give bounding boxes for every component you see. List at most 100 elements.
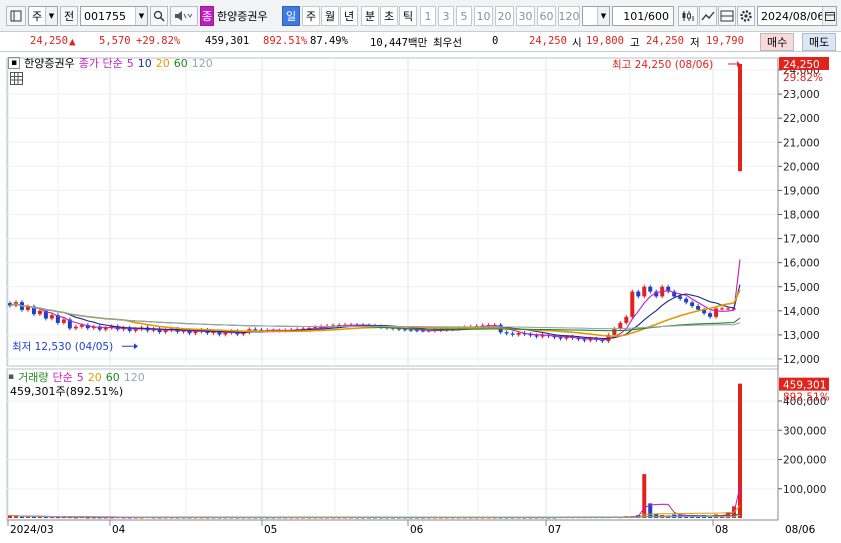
bar-count-input[interactable]: 101/600 — [612, 6, 674, 26]
open-label: 시 — [572, 37, 582, 49]
tab-period-year[interactable]: 년 — [340, 6, 358, 26]
volume-value-label: 459,301주(892.51%) — [10, 385, 124, 398]
buy-button[interactable]: 매수 — [760, 33, 795, 51]
ma-5-label: 5 — [126, 56, 134, 70]
volume-pct-label: 892.51% — [783, 392, 830, 404]
chart-area[interactable]: 2024/03 04 05 06 07 08 08/06 12,000 13,000 14,000… — [0, 53, 841, 543]
tab-label: 분 — [364, 10, 376, 23]
candle-body — [49, 315, 54, 319]
scope-label: 전 — [63, 10, 75, 23]
open-price: 19,800 — [586, 35, 624, 47]
ma-10-label: 10 — [137, 56, 152, 70]
sell-button[interactable]: 매도 — [802, 33, 837, 51]
unit-30[interactable]: 30 — [516, 6, 535, 26]
x-tick-label: 2024/03 — [10, 524, 54, 536]
x-tick-label: 05 — [264, 524, 277, 536]
candle-body — [73, 326, 78, 329]
candle-body — [582, 339, 587, 341]
price-panel-title: 한양증권우 — [24, 57, 75, 70]
tab-label: 초 — [383, 10, 395, 23]
unit-custom-select[interactable]: ▼ — [582, 6, 610, 26]
candle-body — [690, 302, 695, 307]
y-tick-label: 18,000 — [783, 210, 820, 222]
market-select[interactable]: 주 ▼ — [28, 6, 58, 26]
ma-60-label: 60 — [173, 56, 188, 70]
unit-1[interactable]: 1 — [420, 6, 436, 26]
candle-body — [133, 329, 138, 331]
buy-label: 매수 — [767, 36, 788, 49]
candle-body — [534, 335, 539, 337]
candle-body — [708, 313, 713, 317]
unit-5[interactable]: 5 — [456, 6, 472, 26]
candle-body — [516, 332, 521, 335]
badge-label: 종 — [201, 10, 213, 23]
stock-code-input[interactable]: 001755 ▼ — [80, 6, 148, 26]
chevron-down-icon: ▼ — [597, 7, 609, 25]
legend-marker: ▪ — [8, 57, 21, 69]
legend-marker: ▪ — [8, 372, 15, 382]
unit-label: 60 — [539, 9, 554, 23]
ma-20-label: 20 — [155, 56, 170, 70]
vma-120-label: 120 — [123, 370, 145, 384]
speaker-icon[interactable] — [170, 6, 198, 26]
change-percent: +29.82% — [136, 35, 181, 47]
candle-body — [558, 337, 563, 339]
grid-table-icon[interactable] — [10, 72, 23, 85]
count-total: /600 — [644, 9, 669, 23]
date-input[interactable]: 2024/08/06 — [757, 6, 837, 26]
tab-period-week[interactable]: 주 — [302, 6, 320, 26]
candle-body — [61, 319, 66, 323]
x-tick-label: 07 — [548, 524, 561, 536]
gear-icon[interactable] — [737, 6, 755, 26]
candle-icon[interactable] — [678, 6, 698, 26]
stock-name: 한양증권우 — [215, 6, 281, 26]
tab-period-minute[interactable]: 분 — [361, 6, 379, 26]
ma-120-label: 120 — [191, 56, 213, 70]
unit-3[interactable]: 3 — [438, 6, 454, 26]
candle-body — [624, 316, 629, 323]
price-panel-legend: ▪ 한양증권우 종가 단순 5 10 20 60 120 — [8, 55, 213, 71]
price-change: 5,570 — [99, 35, 131, 47]
chart-canvas[interactable]: 2024/03 04 05 06 07 08 08/06 12,000 13,000 14,000… — [0, 53, 841, 543]
chevron-down-icon: ▼ — [135, 7, 147, 25]
low-price: 19,790 — [706, 35, 744, 47]
tab-period-day[interactable]: 일 — [282, 6, 300, 26]
y-tick-label: 22,000 — [783, 113, 820, 125]
unit-10[interactable]: 10 — [474, 6, 493, 26]
volume-last-label: 459,301 — [783, 380, 826, 392]
calendar-icon[interactable] — [822, 7, 836, 25]
candle-body — [402, 329, 407, 331]
low-label: 저 — [690, 37, 700, 49]
layout-icon[interactable] — [6, 6, 26, 26]
unit-label: 30 — [518, 9, 533, 23]
tab-label: 주 — [305, 10, 317, 23]
chevron-down-icon: ▼ — [45, 7, 57, 25]
sell-label: 매도 — [809, 36, 830, 49]
x-end-label: 08/06 — [785, 524, 816, 536]
unit-label: 10 — [476, 9, 491, 23]
tab-period-month[interactable]: 월 — [321, 6, 339, 26]
unit-120[interactable]: 120 — [558, 6, 580, 26]
current-price: 24,250 — [30, 35, 68, 47]
volume: 459,301 — [205, 35, 250, 47]
tab-period-tick[interactable]: 틱 — [399, 6, 417, 26]
price-indicator-label: 종가 단순 — [78, 57, 123, 70]
y-tick-label: 13,000 — [783, 330, 820, 342]
toolbar: 주 ▼ 전 001755 ▼ 종 한양증권우 일 주 월 년 분 초 틱 1 3… — [0, 0, 841, 32]
candle-body — [193, 331, 198, 334]
unit-20[interactable]: 20 — [495, 6, 514, 26]
line-chart-icon[interactable] — [699, 6, 717, 26]
scope-button[interactable]: 전 — [60, 6, 78, 26]
indicator-icon[interactable] — [718, 6, 736, 26]
candle-body — [636, 291, 641, 297]
unit-60[interactable]: 60 — [537, 6, 556, 26]
y-tick-label: 300,000 — [783, 425, 826, 437]
candle-body — [726, 308, 731, 310]
candle-body — [642, 286, 647, 297]
candle-body — [414, 330, 419, 332]
vma-20-label: 20 — [87, 370, 102, 384]
search-icon[interactable] — [150, 6, 168, 26]
tab-period-second[interactable]: 초 — [380, 6, 398, 26]
candle-body — [504, 332, 509, 334]
high-price: 24,250 — [646, 35, 684, 47]
